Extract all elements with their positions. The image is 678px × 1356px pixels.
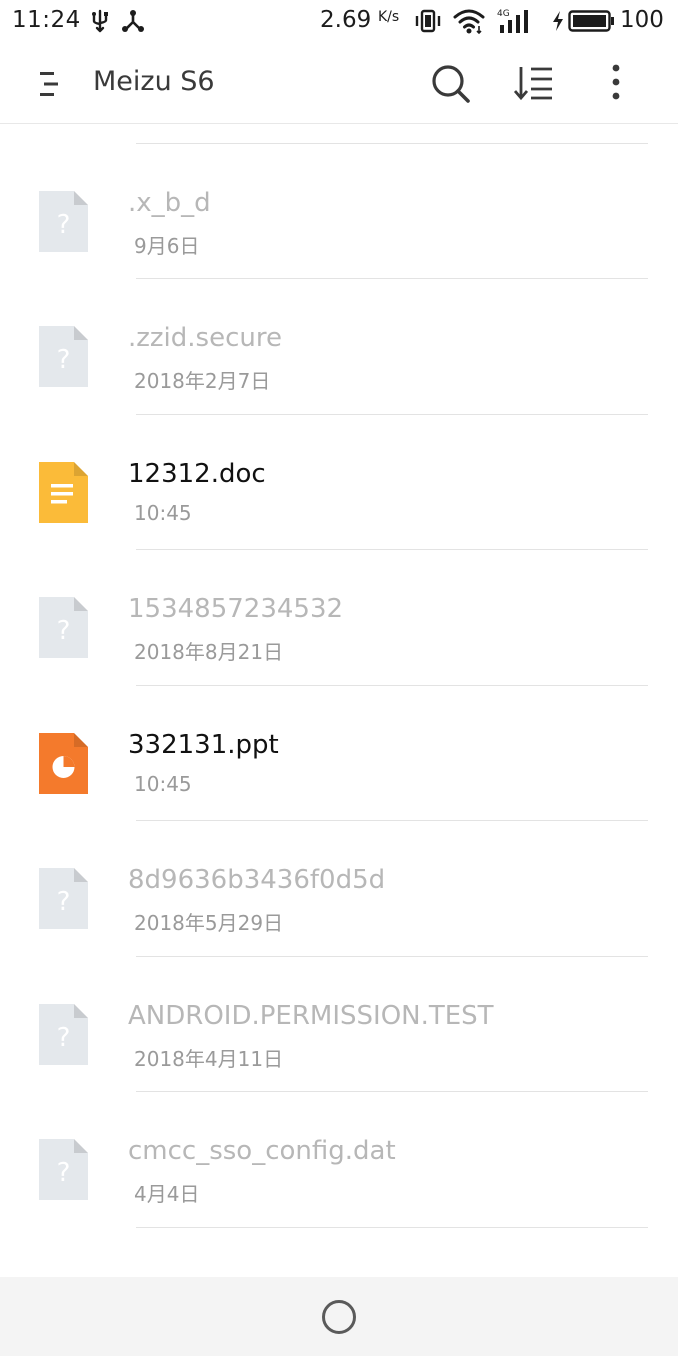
svg-text:?: ?: [57, 616, 71, 646]
unknown-file-icon: ?: [39, 1003, 88, 1065]
svg-text:?: ?: [57, 887, 71, 917]
charging-icon: [551, 10, 565, 36]
row-divider: [136, 1226, 648, 1228]
network-speed-unit: K/s: [378, 9, 400, 25]
svg-text:?: ?: [57, 210, 71, 240]
unknown-file-icon: ?: [39, 1139, 88, 1200]
unknown-file-icon: ?: [39, 868, 88, 929]
file-date: 2018年2月7日: [134, 369, 271, 393]
file-date: 2018年4月11日: [134, 1046, 284, 1071]
file-list[interactable]: ?.wuta_device_id2018年4月27日? .x_b_d 9月6日? .z…: [0, 124, 678, 1277]
file-name: 8d9636b3436f0d5d: [128, 865, 386, 895]
file-date: 9月6日: [134, 233, 200, 258]
file-list-content: ?.wuta_device_id2018年4月27日? .x_b_d 9月6日? .z…: [0, 124, 678, 1228]
menu-icon[interactable]: [40, 71, 58, 97]
vibrate-icon: [415, 9, 441, 37]
navigation-bar: [0, 1277, 678, 1356]
status-bar: 11:24 2.69 K/s 4G 100: [0, 0, 678, 42]
file-row[interactable]: ? ANDROID.PERMISSION.TEST 2018年4月11日: [0, 957, 678, 1092]
file-row[interactable]: ? .zzid.secure 2018年2月7日: [0, 279, 678, 415]
svg-text:4G: 4G: [497, 9, 510, 19]
unknown-file-icon: ?: [39, 190, 88, 252]
wifi-icon: [452, 7, 486, 39]
file-name: ANDROID.PERMISSION.TEST: [128, 1000, 494, 1031]
file-row[interactable]: ? cmcc_sso_config.dat 4月4日: [0, 1092, 678, 1228]
file-row[interactable]: ?.wuta_device_id2018年4月27日: [0, 124, 678, 144]
file-date: 2018年5月29日: [134, 911, 284, 935]
sort-icon[interactable]: [513, 64, 554, 108]
svg-text:?: ?: [57, 1158, 71, 1188]
doc-file-icon: [39, 461, 88, 523]
file-date: 2018年8月21日: [134, 640, 284, 664]
signal-icon: 4G: [497, 7, 535, 39]
home-button[interactable]: [322, 1300, 356, 1334]
file-name: 12312.doc: [128, 458, 266, 489]
file-row[interactable]: 332131.ppt 10:45: [0, 686, 678, 821]
file-row[interactable]: 12312.doc 10:45: [0, 415, 678, 550]
file-row[interactable]: ? 1534857234532 2018年8月21日: [0, 550, 678, 686]
network-speed: 2.69: [320, 7, 372, 33]
file-row[interactable]: ? 8d9636b3436f0d5d 2018年5月29日: [0, 821, 678, 957]
svg-text:?: ?: [57, 345, 71, 375]
share-icon: [121, 9, 145, 37]
app-bar: Meizu S6: [0, 42, 678, 124]
search-icon[interactable]: [430, 63, 472, 109]
svg-text:?: ?: [57, 1023, 71, 1053]
file-name: 332131.ppt: [128, 729, 279, 760]
unknown-file-icon: ?: [39, 326, 88, 387]
file-name: cmcc_sso_config.dat: [128, 1136, 396, 1166]
more-icon[interactable]: [606, 64, 626, 108]
battery-percent: 100: [620, 7, 664, 33]
ppt-file-icon: [39, 732, 88, 794]
status-time: 11:24: [12, 7, 81, 33]
unknown-file-icon: ?: [39, 597, 88, 658]
battery-icon: [568, 10, 616, 36]
file-date: 4月4日: [134, 1182, 200, 1206]
file-date: 10:45: [134, 771, 192, 796]
file-date: 10:45: [134, 500, 192, 525]
file-name: 1534857234532: [128, 594, 344, 624]
file-row[interactable]: ? .x_b_d 9月6日: [0, 144, 678, 279]
usb-icon: [90, 9, 110, 37]
file-name: .x_b_d: [128, 187, 211, 218]
file-name: .zzid.secure: [128, 323, 282, 353]
page-title: Meizu S6: [93, 66, 215, 97]
